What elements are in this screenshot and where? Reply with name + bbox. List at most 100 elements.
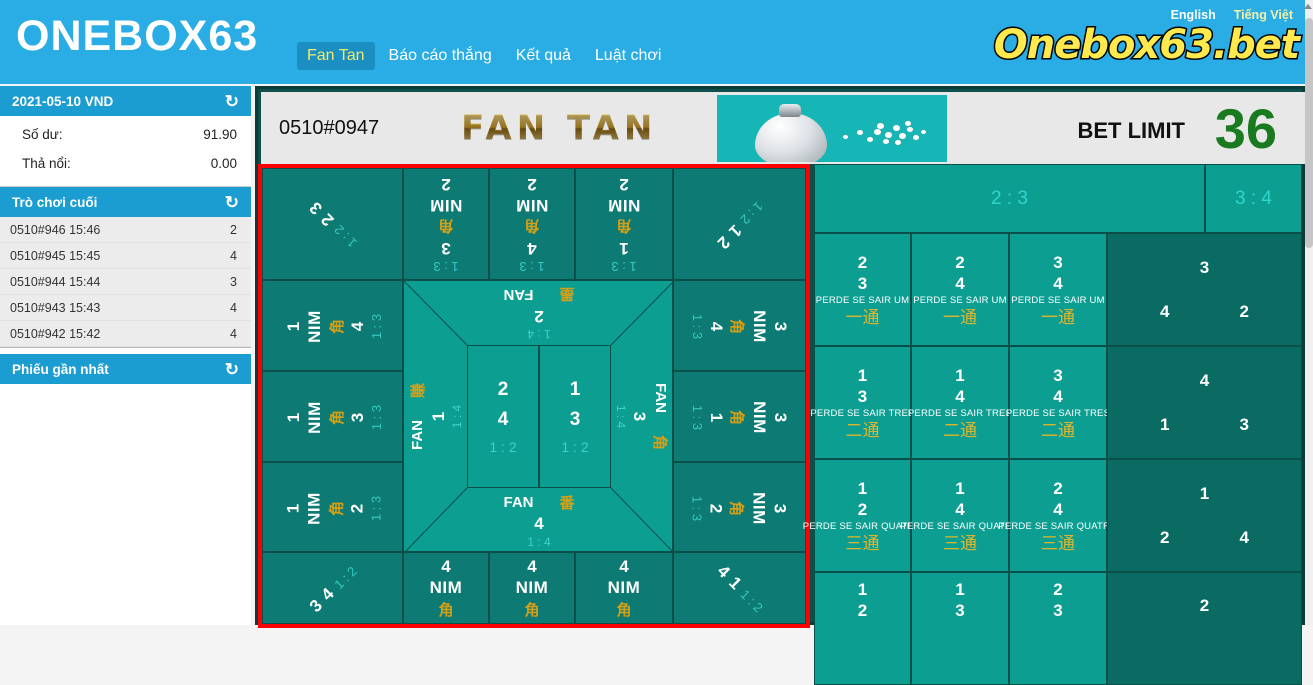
list-item[interactable]: 0510#942 15:42 4 [0,321,251,347]
list-item[interactable]: 0510#946 15:46 2 [0,217,251,243]
nim-bet-top-3[interactable]: 1 : 3 1 角 NIM 2 [575,168,673,280]
lang-english[interactable]: English [1171,8,1216,22]
bet-num-a: 3 [771,321,791,332]
scroll-up-arrow-icon[interactable] [1304,4,1312,9]
nim-bet-bottom-3[interactable]: 4 NIM 角 [575,552,673,624]
sidebet-r3-c2[interactable]: 1 4 PERDE SE SAIR QUATRO 三通 [900,459,1020,572]
list-item[interactable]: 0510#945 15:45 4 [0,243,251,269]
sidebet-r2-c3[interactable]: 3 4 PERDE SE SAIR TRES 二通 [1005,346,1111,459]
page-scrollbar[interactable] [1304,0,1313,625]
corner-ratio: 1 : 2 [737,199,767,228]
lang-vietnamese[interactable]: Tiếng Việt [1234,8,1293,22]
site-domain-logo: Onebox63.bet [992,21,1301,70]
nim-bet-left-1[interactable]: 1 NIM 角 4 1 : 3 [262,280,403,371]
fan-bet-3[interactable]: FAN 角 3 1 : 4 [611,345,674,488]
bet-cn-char: 角 [728,409,747,425]
fan-bet-1[interactable]: FAN 賺 1 1 : 4 [404,345,467,488]
sidebet-r2-c2[interactable]: 1 4 PERDE SE SAIR TRES 二通 [908,346,1012,459]
fantan-bowl-icon [717,95,947,162]
nim-bet-left-2[interactable]: 1 NIM 角 3 1 : 3 [262,371,403,462]
sidebet-r3-c1[interactable]: 1 2 PERDE SE SAIR QUATRO 三通 [803,459,922,572]
list-item[interactable]: 0510#943 15:43 4 [0,295,251,321]
bet-nim-label: NIM [607,196,641,215]
bet-num-1: 1 [955,478,965,498]
nav-item-rules[interactable]: Luật chơi [585,42,672,70]
bet-num-a: 3 [771,503,790,514]
game-result: 2 [230,222,237,237]
fan-bet-4[interactable]: FAN 番 4 1 : 4 [467,488,611,553]
sidebet-r4-c2[interactable]: 1 3 [911,572,1009,685]
inner-bet-24[interactable]: 2 4 1 : 2 [467,345,539,488]
bet-ratio: 1 : 3 [368,495,383,522]
sidebet-r4-c3[interactable]: 2 3 [1009,572,1107,685]
nav-item-fan-tan[interactable]: Fan Tan [297,42,375,70]
nav-item-win-report[interactable]: Báo cáo thắng [379,42,502,70]
bet-num-2: 3 [955,601,965,620]
sidebar: 2021-05-10 VND ↻ Số dư: 91.90 Thả nổi: 0… [0,86,251,625]
bet-num-1: 1 [857,580,868,599]
nav-item-results[interactable]: Kết quả [506,42,581,70]
bet-num-1: 3 [1053,365,1063,385]
sidebet-r2-c1[interactable]: 1 3 PERDE SE SAIR TRES 二通 [810,346,914,459]
nim-bet-top-2[interactable]: 1 : 3 4 角 NIM 2 [489,168,575,280]
refresh-icon[interactable]: ↻ [225,93,239,110]
float-row: Thả nổi: 0.00 [0,149,251,178]
bet-cn-char: 角 [327,410,346,426]
sidebet-r1-c1[interactable]: 2 3 PERDE SE SAIR UM 一通 [814,233,911,346]
bet-nim-label: NIM [304,310,324,343]
game-id: 0510#943 15:43 [10,300,101,315]
nim-bet-right-1[interactable]: 3 NIM 角 4 1 : 3 [673,280,806,371]
bet-ratio: 1 : 3 [690,313,706,340]
bet-num-b: 2 [347,503,366,514]
bet-cn-char: 角 [616,217,632,235]
game-area: 0510#0947 FAN TAN BET LIMIT 36 1: 2 2 3… [255,86,1305,685]
refresh-icon[interactable]: ↻ [225,361,239,378]
bet-num-b: 1 [619,239,629,258]
nim-bet-left-3[interactable]: 1 NIM 角 2 1 : 3 [262,462,403,552]
bet-num-2: 3 [1053,601,1063,620]
bet-num-2: 2 [857,601,868,620]
nim-bet-bottom-2[interactable]: 4 NIM 角 [489,552,575,624]
ratio-label-34: 3 : 4 [1235,187,1272,209]
corner-bet-br[interactable]: 4 1 1 : 2 [673,552,806,624]
bet-desc: PERDE SE SAIR TRES [1005,407,1111,419]
balance-value: 91.90 [203,127,237,142]
fan-label: FAN [652,382,669,413]
bet-nim-label: NIM [515,196,549,215]
corner-left-num: 1 [1160,415,1170,434]
sidebet-r2-corner[interactable]: 4 1 3 [1107,346,1302,459]
bet-num-b: 2 [707,503,726,514]
sidebet-r4-c1[interactable]: 1 2 [814,572,911,685]
scrollbar-thumb[interactable] [1305,18,1313,248]
corner-bet-bl[interactable]: 3 4 1 : 2 [262,552,403,624]
account-date-currency: 2021-05-10 VND [12,93,114,109]
list-item[interactable]: 0510#944 15:44 3 [0,269,251,295]
last-games-header: Trò chơi cuối ↻ [0,187,251,217]
main-nav: Fan Tan Báo cáo thắng Kết quả Luật chơi [297,42,671,70]
fan-bet-2[interactable]: 1 : 4 2 墨 FAN [467,281,611,345]
nim-bet-top-1[interactable]: 1 : 3 3 角 NIM 2 [403,168,489,280]
nim-bet-right-3[interactable]: 3 NIM 角 2 1 : 3 [673,462,806,552]
sidebet-r1-corner[interactable]: 3 4 2 [1107,233,1302,346]
refresh-icon[interactable]: ↻ [225,194,239,211]
bet-num-b: 3 [347,412,367,423]
bet-num-b: 3 [441,239,451,258]
nim-bet-bottom-1[interactable]: 4 NIM 角 [403,552,489,624]
bet-nim-label: NIM [304,492,323,525]
sidebet-r3-c3[interactable]: 2 4 PERDE SE SAIR QUATRO 三通 [998,459,1118,572]
sidebet-r1-c2[interactable]: 2 4 PERDE SE SAIR UM 一通 [911,233,1009,346]
bet-num-2: 4 [955,499,965,519]
bet-limit-label: BET LIMIT [1077,118,1185,143]
inner-bet-13[interactable]: 1 3 1 : 2 [539,345,611,488]
corner-bet-tl[interactable]: 1 : 2 2 3 [262,168,403,280]
sidebet-r1-c3[interactable]: 3 4 PERDE SE SAIR UM 一通 [1009,233,1107,346]
sidebet-r3-corner[interactable]: 1 2 4 [1107,459,1302,572]
sidebet-r4-corner[interactable]: 2 [1107,572,1302,685]
bet-cn-char: 角 [327,319,346,335]
nim-bet-right-2[interactable]: 3 NIM 角 1 1 : 3 [673,371,806,462]
fan-num: 4 [534,514,544,533]
bet-num-1: 2 [955,252,965,272]
bet-desc: PERDE SE SAIR UM [913,294,1007,306]
corner-bet-tr[interactable]: 1 : 2 1 2 [673,168,806,280]
corner-num-2: 1 [725,572,746,594]
